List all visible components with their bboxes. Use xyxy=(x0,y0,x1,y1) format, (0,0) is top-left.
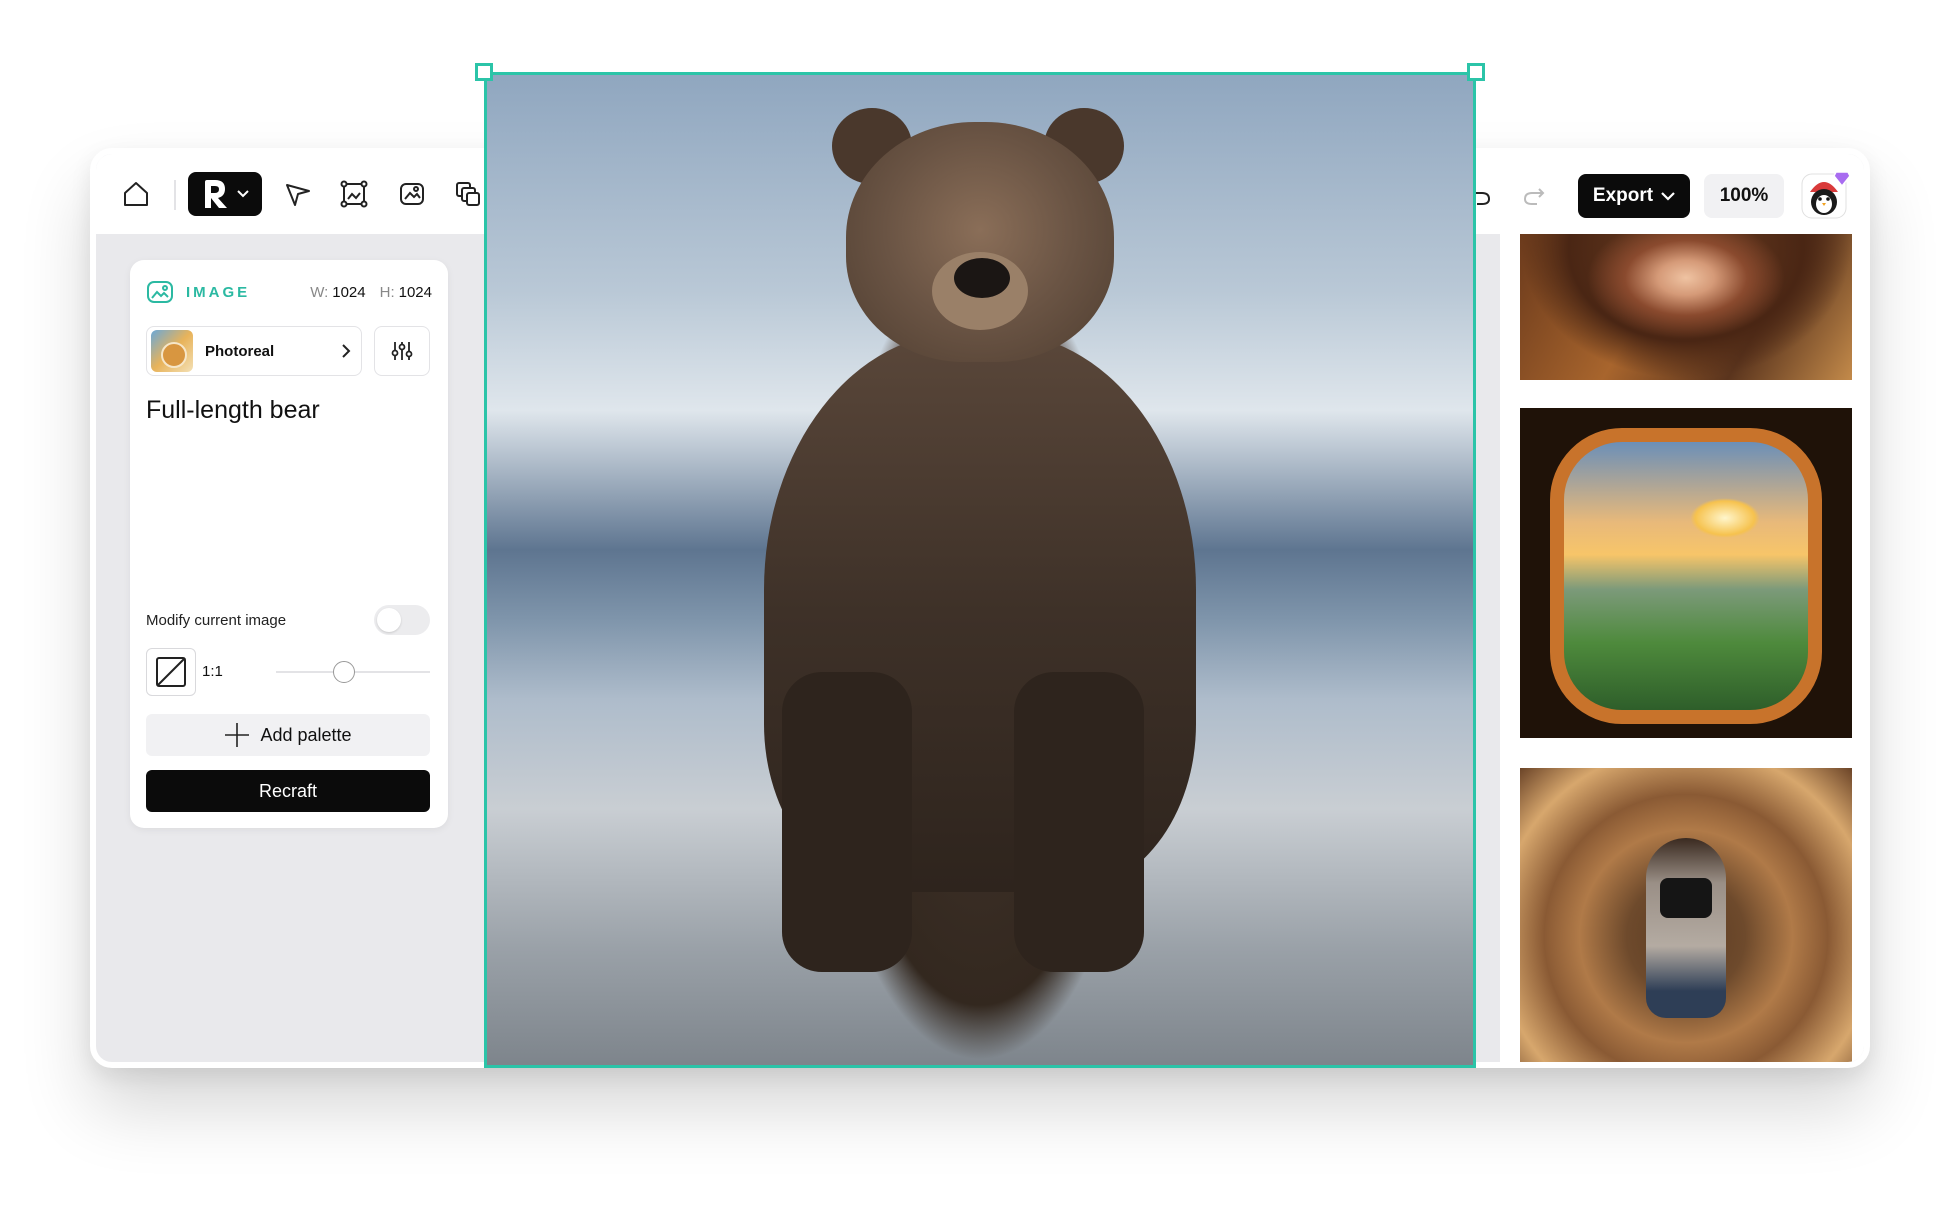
chevron-right-icon xyxy=(342,344,351,358)
aspect-ratio-icon xyxy=(156,657,186,687)
recraft-label: Recraft xyxy=(258,780,318,801)
style-selector[interactable]: Photoreal xyxy=(146,326,362,376)
aspect-ratio-button[interactable] xyxy=(146,648,196,696)
frame-select-icon xyxy=(340,180,368,208)
generated-images-panel xyxy=(1500,234,1864,1062)
frame-tool-button[interactable] xyxy=(332,172,376,216)
layers-icon xyxy=(456,182,480,206)
redo-button[interactable] xyxy=(1512,172,1556,216)
panel-header: IMAGE W: 1024 H: 1024 xyxy=(146,278,432,306)
add-palette-button[interactable]: Add palette xyxy=(146,714,430,756)
vector-tool-button[interactable] xyxy=(276,172,320,216)
export-label: Export xyxy=(1592,185,1654,206)
redo-icon xyxy=(1523,188,1545,205)
style-name: Photoreal xyxy=(205,342,275,360)
chevron-down-icon xyxy=(237,190,249,198)
zoom-level-button[interactable]: 100% xyxy=(1704,174,1784,218)
image-type-label: IMAGE xyxy=(186,283,251,301)
chevron-down-icon xyxy=(1661,191,1675,201)
bear-nose xyxy=(954,258,1010,298)
aspect-ratio-label: 1:1 xyxy=(202,663,223,680)
image-generate-icon xyxy=(400,183,424,205)
brand-menu-button[interactable] xyxy=(188,172,262,216)
style-thumbnail xyxy=(151,330,193,372)
toolbar-divider xyxy=(174,180,176,210)
photographer-figure xyxy=(1646,838,1726,1018)
pen-tool-icon xyxy=(286,184,310,206)
add-palette-label: Add palette xyxy=(260,724,352,745)
bear-leg-left xyxy=(782,672,912,972)
height-value: 1024 xyxy=(398,283,432,301)
export-button[interactable]: Export xyxy=(1578,174,1690,218)
camera-shape xyxy=(1660,878,1712,918)
resize-handle-top-left[interactable] xyxy=(475,63,493,81)
image-properties-panel: IMAGE W: 1024 H: 1024 Photoreal Full-lengt… xyxy=(130,260,448,828)
window-view xyxy=(1550,428,1822,724)
generated-image-airplane-window[interactable] xyxy=(1520,408,1852,738)
home-button[interactable] xyxy=(114,172,158,216)
resize-handle-top-right[interactable] xyxy=(1467,63,1485,81)
width-key: W: xyxy=(310,283,329,301)
user-avatar-icon xyxy=(1801,171,1851,219)
width-value: 1024 xyxy=(332,283,366,301)
recraft-logo-icon xyxy=(205,180,227,208)
generated-image-portrait[interactable] xyxy=(1520,234,1852,380)
plus-icon xyxy=(225,723,250,747)
bear-leg-right xyxy=(1014,672,1144,972)
canvas-image-bear[interactable] xyxy=(484,72,1476,1068)
image-type-icon xyxy=(147,281,173,303)
aspect-ratio-slider-thumb[interactable] xyxy=(333,661,355,683)
generated-image-photographer[interactable] xyxy=(1520,768,1852,1062)
zoom-label: 100% xyxy=(1719,185,1769,206)
image-tool-button[interactable] xyxy=(390,172,434,216)
modify-current-image-toggle[interactable] xyxy=(374,605,430,635)
home-icon xyxy=(124,182,148,206)
sliders-icon xyxy=(391,342,413,360)
modify-current-image-label: Modify current image xyxy=(146,612,287,629)
recraft-button[interactable]: Recraft xyxy=(146,770,430,812)
avatar-button[interactable] xyxy=(1800,168,1852,220)
sun-glow xyxy=(1690,498,1760,538)
height-key: H: xyxy=(379,283,395,301)
image-dimensions: W: 1024 H: 1024 xyxy=(310,284,432,301)
prompt-input[interactable]: Full-length bear xyxy=(146,396,320,425)
style-settings-button[interactable] xyxy=(374,326,430,376)
